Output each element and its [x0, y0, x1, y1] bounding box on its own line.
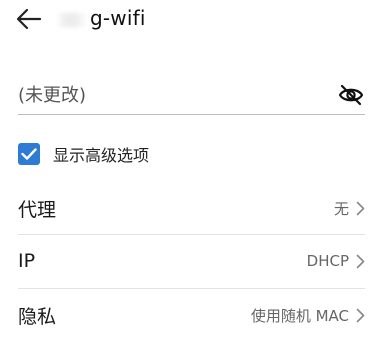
- redacted-ssid: [56, 12, 88, 27]
- wifi-settings-page: g-wifi 显示高级选项 代理 无 IP: [0, 0, 385, 354]
- eye-off-icon: [338, 84, 364, 106]
- chevron-right-icon: [355, 200, 365, 216]
- show-advanced-options-label: 显示高级选项: [53, 146, 150, 165]
- proxy-row[interactable]: 代理 无: [18, 182, 365, 234]
- ip-value: DHCP: [306, 252, 349, 270]
- password-field: [18, 78, 365, 115]
- proxy-label: 代理: [18, 198, 57, 221]
- proxy-value-group: 无: [334, 198, 365, 219]
- checkbox[interactable]: [18, 143, 40, 165]
- page-title-text: g-wifi: [90, 6, 146, 30]
- privacy-value-group: 使用随机 MAC: [251, 305, 365, 326]
- password-input[interactable]: [18, 78, 318, 112]
- back-button[interactable]: [14, 4, 44, 34]
- ip-label: IP: [18, 250, 36, 272]
- privacy-row[interactable]: 隐私 使用随机 MAC: [18, 289, 365, 341]
- privacy-label: 隐私: [18, 305, 57, 328]
- ip-value-group: DHCP: [307, 252, 365, 270]
- chevron-right-icon: [355, 307, 365, 323]
- arrow-left-icon: [16, 8, 42, 30]
- chevron-right-icon: [355, 253, 365, 269]
- proxy-value: 无: [333, 199, 349, 218]
- privacy-value: 使用随机 MAC: [250, 306, 349, 325]
- checkmark-icon: [21, 148, 37, 160]
- toggle-password-visibility-button[interactable]: [337, 82, 365, 108]
- show-advanced-options-checkbox[interactable]: 显示高级选项: [18, 141, 149, 167]
- ip-row[interactable]: IP DHCP: [18, 235, 365, 287]
- page-title: g-wifi: [56, 2, 146, 34]
- header: g-wifi: [0, 0, 385, 40]
